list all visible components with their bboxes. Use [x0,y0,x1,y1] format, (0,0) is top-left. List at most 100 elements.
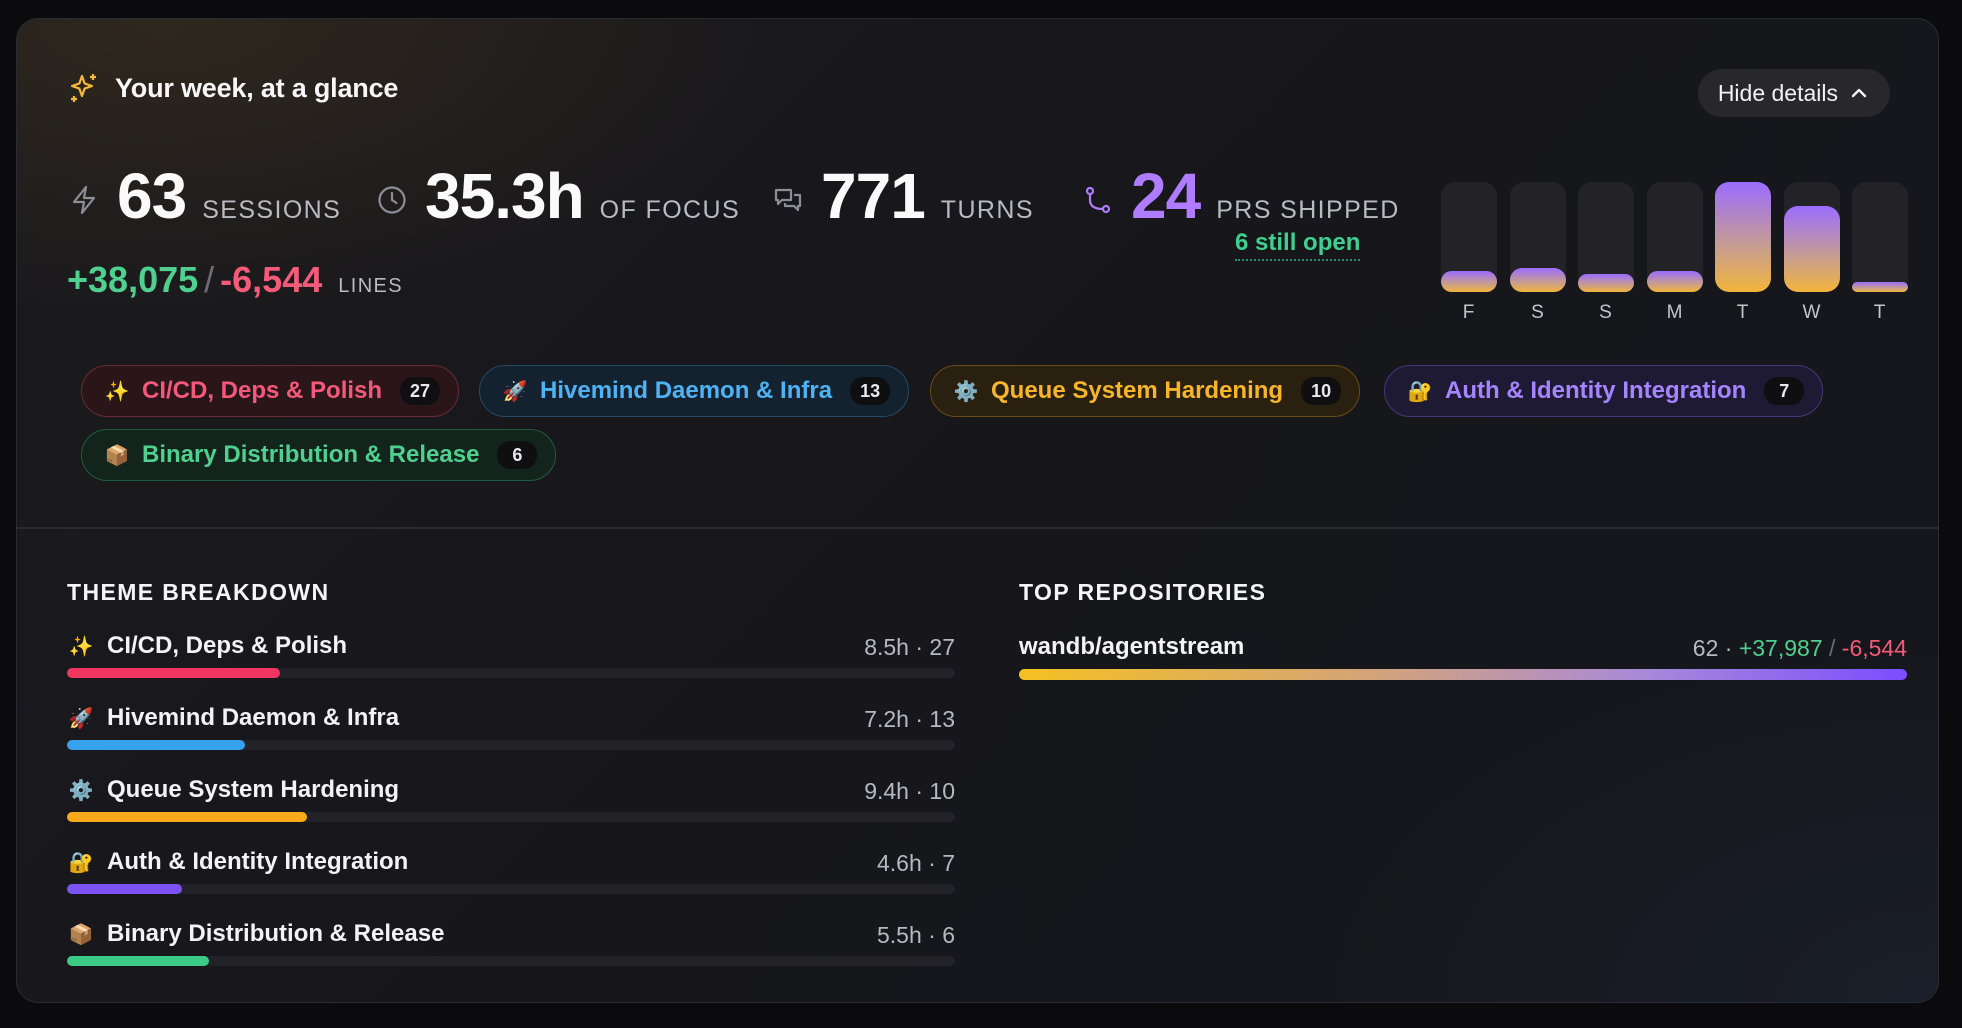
git-pull-request-icon [1085,186,1111,214]
theme-meta: 5.5h · 6 [877,922,955,948]
theme-breakdown-row[interactable]: ✨ CI/CD, Deps & Polish 8.5h · 27 [67,632,955,682]
day-label: T [1736,302,1750,323]
theme-chip-label: Queue System Hardening [991,377,1284,404]
day-bar [1852,282,1908,292]
day-bar-track [1852,182,1908,292]
repo-row[interactable]: wandb/agentstream 62 · +37,987 / -6,544 [1019,633,1907,683]
theme-breakdown-row[interactable]: 🚀 Hivemind Daemon & Infra 7.2h · 13 [67,704,955,754]
card-header: Your week, at a glance [67,71,398,105]
turns-label: TURNS [940,196,1034,224]
theme-chip[interactable]: ✨ CI/CD, Deps & Polish 27 [81,365,460,417]
day-bar-column [1441,182,1497,292]
repo-lines-removed: -6,544 [1841,635,1907,661]
theme-chip-count: 7 [1764,377,1805,405]
theme-chip[interactable]: 📦 Binary Distribution & Release 6 [81,429,557,481]
stat-focus: 35.3h OF FOCUS [375,159,740,233]
repo-separator: / [1829,635,1836,661]
lightning-icon [72,185,96,215]
theme-chip-count: 10 [1301,377,1342,405]
theme-emoji-icon: 🔐 [1407,380,1433,403]
theme-breakdown-row[interactable]: ⚙️ Queue System Hardening 9.4h · 10 [67,776,955,826]
lines-label: LINES [338,275,404,297]
stat-sessions: 63 SESSIONS [67,159,341,233]
theme-chip[interactable]: 🔐 Auth & Identity Integration 7 [1384,365,1824,417]
day-bar [1578,274,1634,292]
day-bar [1715,182,1771,292]
focus-value: 35.3h [425,160,585,232]
hide-details-label: Hide details [1717,79,1838,106]
theme-emoji-icon: 🚀 [68,707,94,730]
theme-name-label: Auth & Identity Integration [107,848,409,875]
top-repositories-title: TOP REPOSITORIES [1019,579,1267,605]
day-label: S [1599,302,1613,323]
theme-emoji-icon: 🚀 [502,380,528,403]
prs-value: 24 [1131,160,1201,232]
theme-bar [67,884,182,894]
theme-breakdown-row[interactable]: 🔐 Auth & Identity Integration 4.6h · 7 [67,848,955,898]
theme-emoji-icon: 📦 [104,444,130,467]
stat-turns: 771 TURNS [771,159,1034,233]
day-bar-column [1647,182,1703,292]
theme-bar-track [67,884,955,894]
day-bar-column [1715,182,1771,292]
theme-bar [67,812,307,822]
day-bar-column [1784,182,1840,292]
theme-name-label: Binary Distribution & Release [107,920,445,947]
turns-value: 771 [821,160,926,232]
day-label: W [1802,302,1822,323]
day-bar [1441,271,1497,292]
theme-meta: 7.2h · 13 [864,706,955,732]
repo-dot: · [1724,635,1733,661]
sessions-value: 63 [117,160,187,232]
theme-name: ✨ CI/CD, Deps & Polish [67,632,348,660]
theme-name-label: CI/CD, Deps & Polish [107,632,348,659]
prs-label: PRS SHIPPED [1216,196,1400,224]
theme-meta: 9.4h · 10 [864,778,955,804]
day-label: F [1462,302,1476,323]
section-divider [17,527,1938,529]
theme-name-label: Queue System Hardening [107,776,400,803]
day-bar-column [1510,182,1566,292]
theme-chip[interactable]: ⚙️ Queue System Hardening 10 [930,365,1361,417]
theme-name: ⚙️ Queue System Hardening [67,776,400,804]
theme-emoji-icon: ✨ [104,380,130,403]
theme-chip-count: 6 [497,441,538,469]
theme-breakdown-title: THEME BREAKDOWN [67,579,330,605]
prs-still-open-link[interactable]: 6 still open [1235,229,1361,261]
theme-meta: 8.5h · 27 [864,634,955,660]
chat-bubbles-icon [774,188,802,212]
theme-emoji-icon: 📦 [68,923,94,946]
theme-breakdown-row[interactable]: 📦 Binary Distribution & Release 5.5h · 6 [67,920,955,970]
lines-separator: / [204,259,215,300]
day-bar-column [1852,182,1908,292]
day-label: S [1531,302,1545,323]
focus-label: OF FOCUS [599,196,741,224]
theme-bar [67,668,280,678]
lines-added: +38,075 [67,259,199,300]
repo-name: wandb/agentstream [1019,633,1245,660]
hide-details-button[interactable]: Hide details [1697,69,1890,117]
theme-name-label: Hivemind Daemon & Infra [107,704,400,731]
theme-chip-count: 27 [400,377,441,405]
theme-name: 🔐 Auth & Identity Integration [67,848,409,876]
theme-chip-count: 13 [850,377,891,405]
sessions-label: SESSIONS [202,196,342,224]
theme-chip-label: Hivemind Daemon & Infra [540,377,833,404]
theme-chip-label: CI/CD, Deps & Polish [142,377,383,404]
theme-emoji-icon: ⚙️ [953,380,979,403]
day-bar [1510,268,1566,292]
theme-chip[interactable]: 🚀 Hivemind Daemon & Infra 13 [479,365,910,417]
sparkles-icon [70,74,96,102]
theme-bar [67,956,209,966]
theme-name: 🚀 Hivemind Daemon & Infra [67,704,400,732]
lines-removed: -6,544 [220,259,323,300]
repo-bar [1019,669,1907,680]
theme-name: 📦 Binary Distribution & Release [67,920,445,948]
theme-meta: 4.6h · 7 [877,850,955,876]
theme-bar [67,740,245,750]
day-label: T [1873,302,1887,323]
daily-activity-chart: FSSMTWT [1441,182,1908,323]
theme-chip-label: Binary Distribution & Release [142,441,480,468]
day-bar [1647,271,1703,292]
theme-chip-label: Auth & Identity Integration [1445,377,1747,404]
